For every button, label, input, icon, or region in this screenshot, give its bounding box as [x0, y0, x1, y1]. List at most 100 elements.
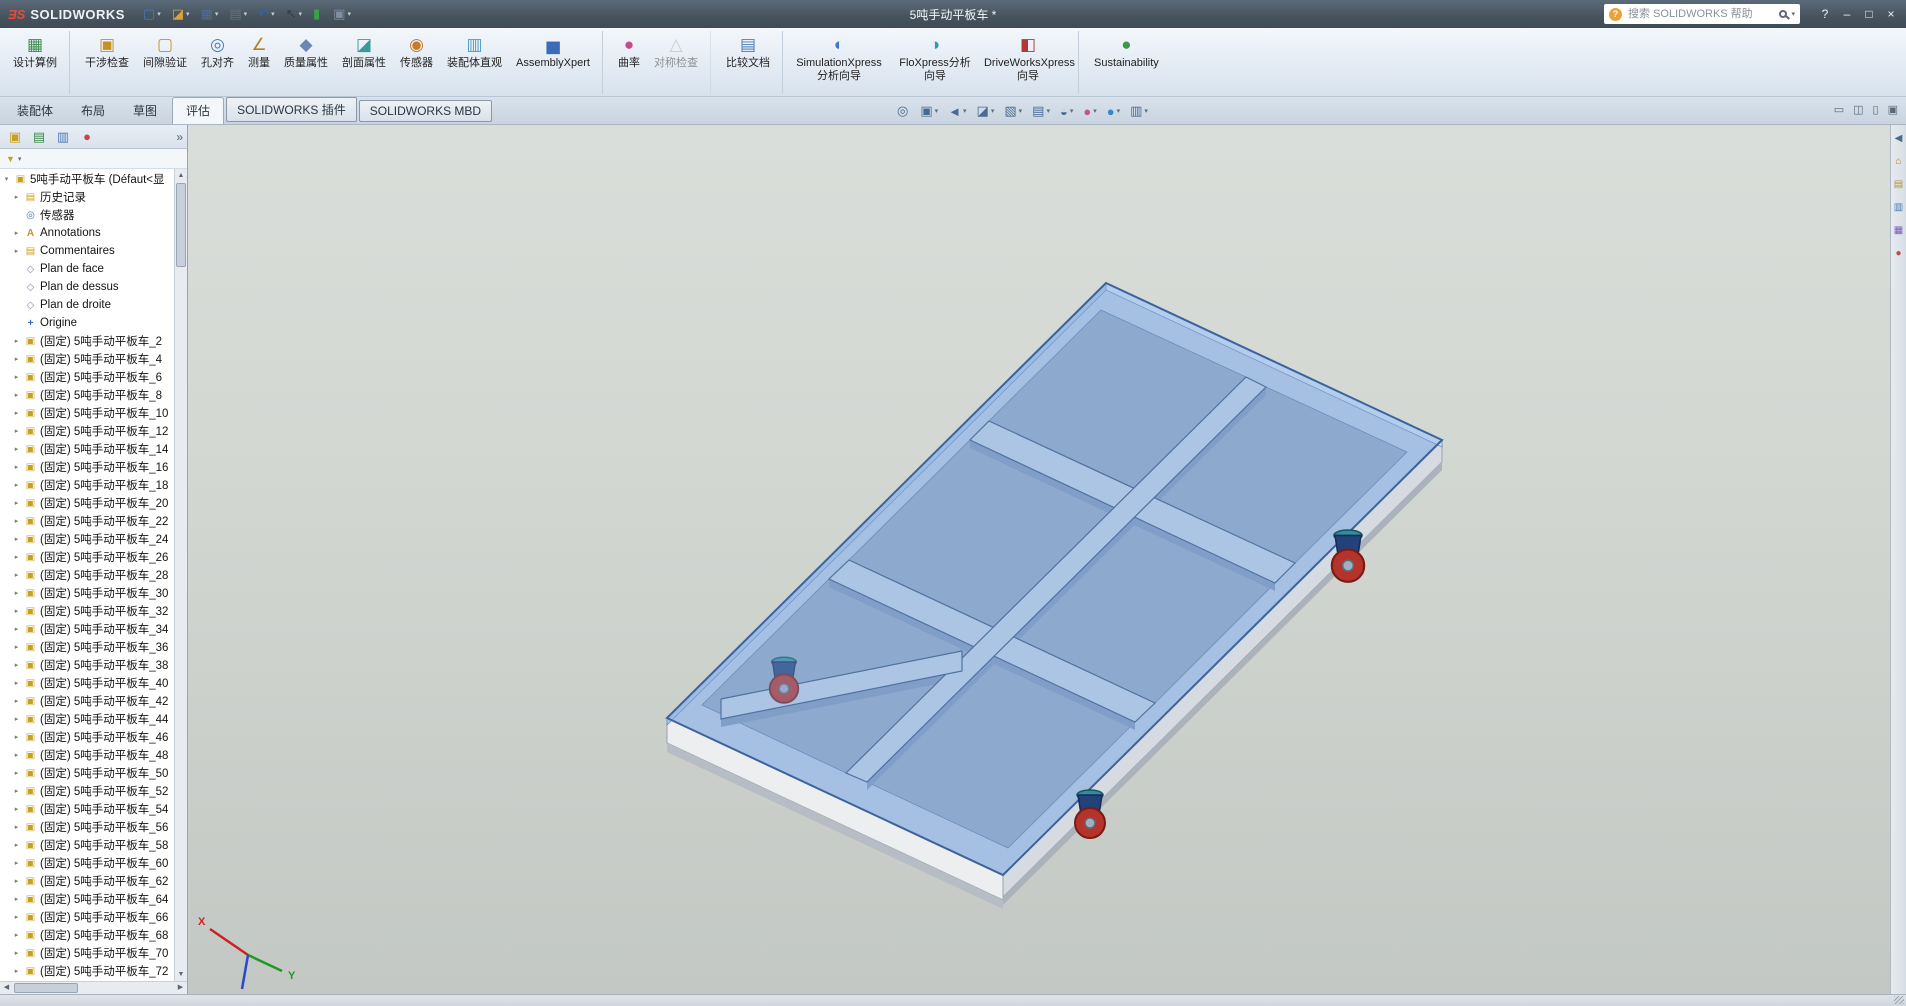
- tree-item-component[interactable]: ▸ ▣ (固定) 5吨手动平板车_52: [0, 782, 174, 800]
- panel-overflow-chevron[interactable]: »: [176, 130, 183, 144]
- tree-item-component[interactable]: ▸ ▣ (固定) 5吨手动平板车_50: [0, 764, 174, 782]
- tree-item[interactable]: ◎ 传感器: [0, 206, 174, 224]
- clearance-verify-button[interactable]: ▢ 间隙验证: [136, 31, 194, 94]
- tree-item-component[interactable]: ▸ ▣ (固定) 5吨手动平板车_28: [0, 566, 174, 584]
- hide-show-items-button[interactable]: ◒ ▾: [1056, 100, 1077, 122]
- dropdown-arrow-icon[interactable]: ▾: [1070, 107, 1074, 115]
- tree-expander-icon[interactable]: ▸: [12, 805, 21, 813]
- apply-scene-button[interactable]: ● ▾: [1103, 100, 1124, 122]
- tree-expander-icon[interactable]: ▸: [12, 895, 21, 903]
- tree-expander-icon[interactable]: ▸: [12, 229, 21, 237]
- caster-bottom[interactable]: [1075, 790, 1105, 838]
- dropdown-arrow-icon[interactable]: ▾: [244, 10, 248, 18]
- pane-toggle-icon-3[interactable]: ▯: [1873, 103, 1879, 116]
- tab-evaluate[interactable]: 评估: [172, 97, 224, 124]
- tree-item[interactable]: ▸ ▤ 历史记录: [0, 188, 174, 206]
- new-document-button[interactable]: ▢ ▾: [139, 3, 165, 25]
- tree-expander-icon[interactable]: ▸: [12, 373, 21, 381]
- help-button[interactable]: ?: [1814, 4, 1836, 24]
- tab-sketch[interactable]: 草图: [120, 98, 170, 124]
- tree-item[interactable]: ▾ ▣ 5吨手动平板车 (Défaut<显: [0, 170, 174, 188]
- display-style-button[interactable]: ▤ ▾: [1028, 100, 1054, 122]
- filter-funnel-icon[interactable]: ▼: [6, 154, 15, 164]
- tree-expander-icon[interactable]: ▸: [12, 337, 21, 345]
- section-properties-button[interactable]: ◪ 剖面属性: [335, 31, 393, 94]
- tree-expander-icon[interactable]: ▸: [12, 823, 21, 831]
- tree-item-component[interactable]: ▸ ▣ (固定) 5吨手动平板车_56: [0, 818, 174, 836]
- print-button[interactable]: ▤ ▾: [225, 3, 251, 25]
- tree-item-component[interactable]: ▸ ▣ (固定) 5吨手动平板车_54: [0, 800, 174, 818]
- displaymanager-tab[interactable]: ●: [76, 129, 98, 145]
- tree-expander-icon[interactable]: ▸: [12, 463, 21, 471]
- graphics-viewport[interactable]: X Y Z: [188, 125, 1890, 994]
- sustainability-button[interactable]: ● Sustainability: [1087, 31, 1166, 94]
- tree-expander-icon[interactable]: ▸: [12, 409, 21, 417]
- appearances-icon[interactable]: ●: [1891, 248, 1906, 259]
- tree-item-component[interactable]: ▸ ▣ (固定) 5吨手动平板车_40: [0, 674, 174, 692]
- edit-appearance-button[interactable]: ● ▾: [1079, 100, 1100, 122]
- tree-expander-icon[interactable]: ▸: [12, 517, 21, 525]
- tree-expander-icon[interactable]: ▸: [12, 445, 21, 453]
- close-button[interactable]: ×: [1880, 4, 1902, 24]
- scrollbar-thumb[interactable]: [14, 983, 78, 993]
- tree-expander-icon[interactable]: ▸: [12, 697, 21, 705]
- tree-item-component[interactable]: ▸ ▣ (固定) 5吨手动平板车_46: [0, 728, 174, 746]
- tree-item-component[interactable]: ▸ ▣ (固定) 5吨手动平板车_14: [0, 440, 174, 458]
- design-library-icon[interactable]: ▤: [1891, 179, 1906, 190]
- tree-item-component[interactable]: ▸ ▣ (固定) 5吨手动平板车_12: [0, 422, 174, 440]
- undo-button[interactable]: ↶ ▾: [254, 3, 278, 25]
- tree-item-component[interactable]: ▸ ▣ (固定) 5吨手动平板车_58: [0, 836, 174, 854]
- featuremanager-tab[interactable]: ▣: [4, 129, 26, 145]
- dropdown-arrow-icon[interactable]: ▾: [991, 107, 995, 115]
- tree-expander-icon[interactable]: ▸: [12, 643, 21, 651]
- tree-item-component[interactable]: ▸ ▣ (固定) 5吨手动平板车_22: [0, 512, 174, 530]
- tree-item-component[interactable]: ▸ ▣ (固定) 5吨手动平板车_24: [0, 530, 174, 548]
- tree-item-component[interactable]: ▸ ▣ (固定) 5吨手动平板车_36: [0, 638, 174, 656]
- measure-button[interactable]: ∠ 测量: [241, 31, 277, 94]
- tree-expander-icon[interactable]: ▸: [12, 679, 21, 687]
- dropdown-arrow-icon[interactable]: ▾: [1046, 107, 1050, 115]
- tree-item-component[interactable]: ▸ ▣ (固定) 5吨手动平板车_48: [0, 746, 174, 764]
- resize-grip[interactable]: [1894, 996, 1904, 1004]
- symmetry-check-button[interactable]: △ 对称检查: [647, 31, 711, 94]
- tree-horizontal-scrollbar[interactable]: ◀ ▶: [0, 981, 187, 994]
- interference-check-button[interactable]: ▣ 干涉检查: [78, 31, 136, 94]
- simulationxpress-button[interactable]: ◐ SimulationXpress分析向导: [791, 31, 887, 94]
- tree-item-component[interactable]: ▸ ▣ (固定) 5吨手动平板车_18: [0, 476, 174, 494]
- tree-expander-icon[interactable]: ▸: [12, 535, 21, 543]
- curvature-button[interactable]: ● 曲率: [611, 31, 647, 94]
- tree-item[interactable]: + Origine: [0, 314, 174, 332]
- view-settings-button[interactable]: ▥ ▾: [1126, 100, 1152, 122]
- compare-documents-button[interactable]: ▤ 比较文档: [719, 31, 783, 94]
- help-search-box[interactable]: ? ▾: [1604, 4, 1800, 24]
- tab-layout[interactable]: 布局: [68, 98, 118, 124]
- configurationmanager-tab[interactable]: ▥: [52, 129, 74, 145]
- dropdown-arrow-icon[interactable]: ▾: [935, 107, 939, 115]
- dropdown-arrow-icon[interactable]: ▾: [215, 10, 219, 18]
- tree-item[interactable]: ◇ Plan de dessus: [0, 278, 174, 296]
- tree-item-component[interactable]: ▸ ▣ (固定) 5吨手动平板车_2: [0, 332, 174, 350]
- minimize-button[interactable]: –: [1836, 4, 1858, 24]
- caster-right[interactable]: [1332, 530, 1364, 582]
- dropdown-arrow-icon[interactable]: ▾: [298, 10, 302, 18]
- filter-dropdown-icon[interactable]: ▾: [18, 155, 22, 163]
- save-button[interactable]: ▦ ▾: [197, 3, 223, 25]
- previous-view-button[interactable]: ◄ ▾: [944, 100, 970, 122]
- tree-item-component[interactable]: ▸ ▣ (固定) 5吨手动平板车_60: [0, 854, 174, 872]
- search-input[interactable]: [1626, 7, 1775, 21]
- tree-item-component[interactable]: ▸ ▣ (固定) 5吨手动平板车_30: [0, 584, 174, 602]
- tree-expander-icon[interactable]: ▸: [12, 247, 21, 255]
- dropdown-arrow-icon[interactable]: ▾: [1117, 107, 1121, 115]
- tree-expander-icon[interactable]: ▸: [12, 787, 21, 795]
- tree-expander-icon[interactable]: ▸: [12, 355, 21, 363]
- select-button[interactable]: ↖ ▾: [282, 3, 306, 25]
- tree-item-component[interactable]: ▸ ▣ (固定) 5吨手动平板车_32: [0, 602, 174, 620]
- tree-expander-icon[interactable]: ▾: [2, 175, 11, 183]
- tree-item-component[interactable]: ▸ ▣ (固定) 5吨手动平板车_64: [0, 890, 174, 908]
- options-button[interactable]: ▣ ▾: [329, 3, 355, 25]
- assembly-visualization-button[interactable]: ▥ 装配体直观: [440, 31, 509, 94]
- tree-expander-icon[interactable]: ▸: [12, 391, 21, 399]
- tree-expander-icon[interactable]: ▸: [12, 877, 21, 885]
- tree-item-component[interactable]: ▸ ▣ (固定) 5吨手动平板车_34: [0, 620, 174, 638]
- tree-expander-icon[interactable]: ▸: [12, 769, 21, 777]
